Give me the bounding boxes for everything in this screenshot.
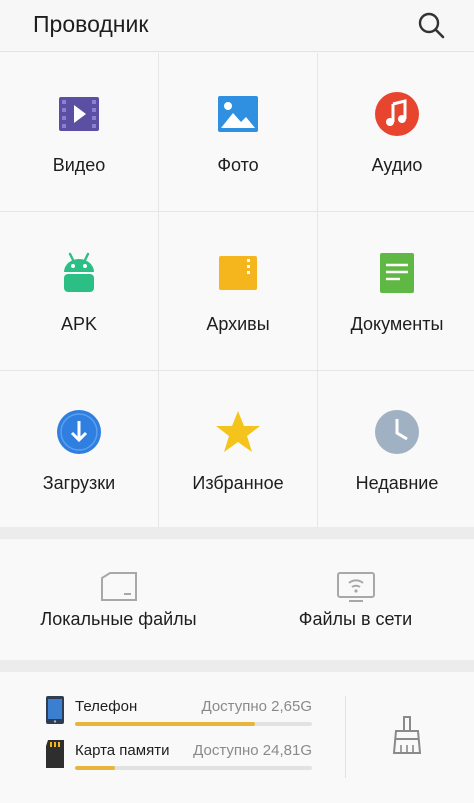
category-archives[interactable]: Архивы — [159, 212, 317, 370]
broom-icon[interactable] — [390, 715, 424, 755]
page-title: Проводник — [33, 11, 149, 37]
category-label: Архивы — [206, 314, 270, 334]
category-label: Фото — [217, 155, 259, 175]
storage-available: Доступно 24,81G — [193, 742, 312, 759]
star-icon — [216, 411, 260, 452]
search-icon[interactable] — [416, 10, 446, 40]
local-drive-icon — [100, 572, 137, 601]
category-documents[interactable]: Документы — [318, 212, 474, 370]
network-icon — [336, 572, 375, 602]
storage-sd-card[interactable]: Карта памяти Доступно 24,81G — [40, 740, 325, 780]
storage-phone[interactable]: Телефон Доступно 2,65G — [40, 696, 325, 736]
category-photo[interactable]: Фото — [159, 53, 317, 211]
app-header: Проводник — [0, 0, 474, 52]
storage-usage-fill — [75, 766, 116, 770]
category-grid: Видео Фото Аудио APK Архивы Документы За… — [0, 53, 474, 529]
storage-usage-fill — [75, 722, 256, 726]
storage-name: Телефон — [75, 698, 138, 715]
category-apk[interactable]: APK — [0, 212, 158, 370]
local-files-button[interactable]: Локальные файлы — [0, 540, 237, 660]
category-favorites[interactable]: Избранное — [159, 371, 317, 529]
sd-card-icon — [46, 740, 64, 768]
phone-icon — [46, 696, 64, 724]
category-recent[interactable]: Недавние — [318, 371, 474, 529]
android-icon — [64, 252, 94, 292]
storage-available: Доступно 2,65G — [201, 698, 313, 715]
category-label: Аудио — [371, 155, 423, 175]
category-label: Избранное — [192, 473, 284, 493]
clock-icon — [375, 410, 419, 454]
network-files-button[interactable]: Файлы в сети — [237, 540, 474, 660]
category-label: Загрузки — [42, 473, 116, 493]
archive-icon — [219, 256, 257, 290]
section-divider — [0, 527, 474, 539]
video-icon — [59, 97, 99, 131]
category-label: Недавние — [355, 473, 439, 493]
section-divider — [0, 660, 474, 672]
document-icon — [380, 253, 414, 293]
category-label: APK — [60, 314, 98, 334]
audio-icon — [375, 92, 419, 136]
download-icon — [57, 410, 101, 454]
category-audio[interactable]: Аудио — [318, 53, 474, 211]
storage-divider — [345, 696, 346, 778]
storage-usage-bar — [75, 766, 312, 770]
category-downloads[interactable]: Загрузки — [0, 371, 158, 529]
local-files-label: Локальные файлы — [40, 609, 197, 629]
storage-name: Карта памяти — [75, 742, 170, 759]
storage-usage-bar — [75, 722, 312, 726]
category-video[interactable]: Видео — [0, 53, 158, 211]
category-label: Видео — [52, 155, 106, 175]
photo-icon — [218, 96, 258, 132]
network-files-label: Файлы в сети — [298, 609, 413, 629]
locations-section: Локальные файлы Файлы в сети — [0, 540, 474, 660]
category-label: Документы — [350, 314, 444, 334]
